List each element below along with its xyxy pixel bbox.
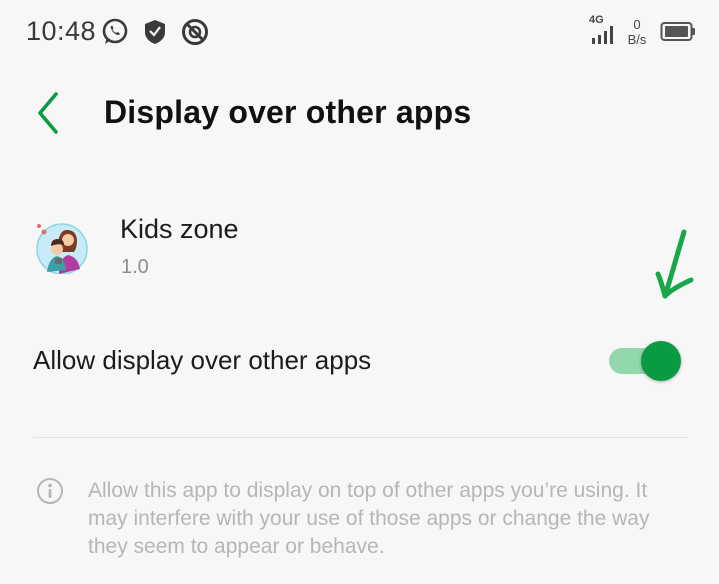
allow-display-label: Allow display over other apps (33, 345, 372, 375)
app-name: Kids zone (120, 214, 239, 244)
no-disturb-icon (182, 19, 208, 45)
app-icon (36, 223, 88, 274)
info-description: Allow this app to display on top of othe… (88, 479, 650, 558)
info-icon (37, 478, 63, 504)
speed-unit: B/s (627, 32, 647, 47)
chevron-left-icon (38, 92, 58, 134)
divider (33, 437, 688, 438)
network-type: 4G (589, 14, 604, 26)
app-version: 1.0 (121, 256, 149, 278)
signal-icon (592, 26, 613, 44)
whatsapp-icon (102, 18, 128, 44)
allow-display-toggle[interactable] (609, 341, 683, 381)
speed-value: 0 (633, 17, 641, 32)
page-title: Display over other apps (104, 94, 472, 130)
status-time: 10:48 (26, 16, 97, 46)
shield-icon (145, 20, 165, 44)
toggle-thumb (641, 341, 681, 381)
annotation-arrow-icon (655, 229, 694, 299)
battery-icon (660, 22, 695, 41)
back-button[interactable] (28, 88, 72, 138)
status-bar: 10:48 4G 0 B/s (0, 0, 719, 66)
network-speed: 0 B/s (624, 17, 650, 47)
